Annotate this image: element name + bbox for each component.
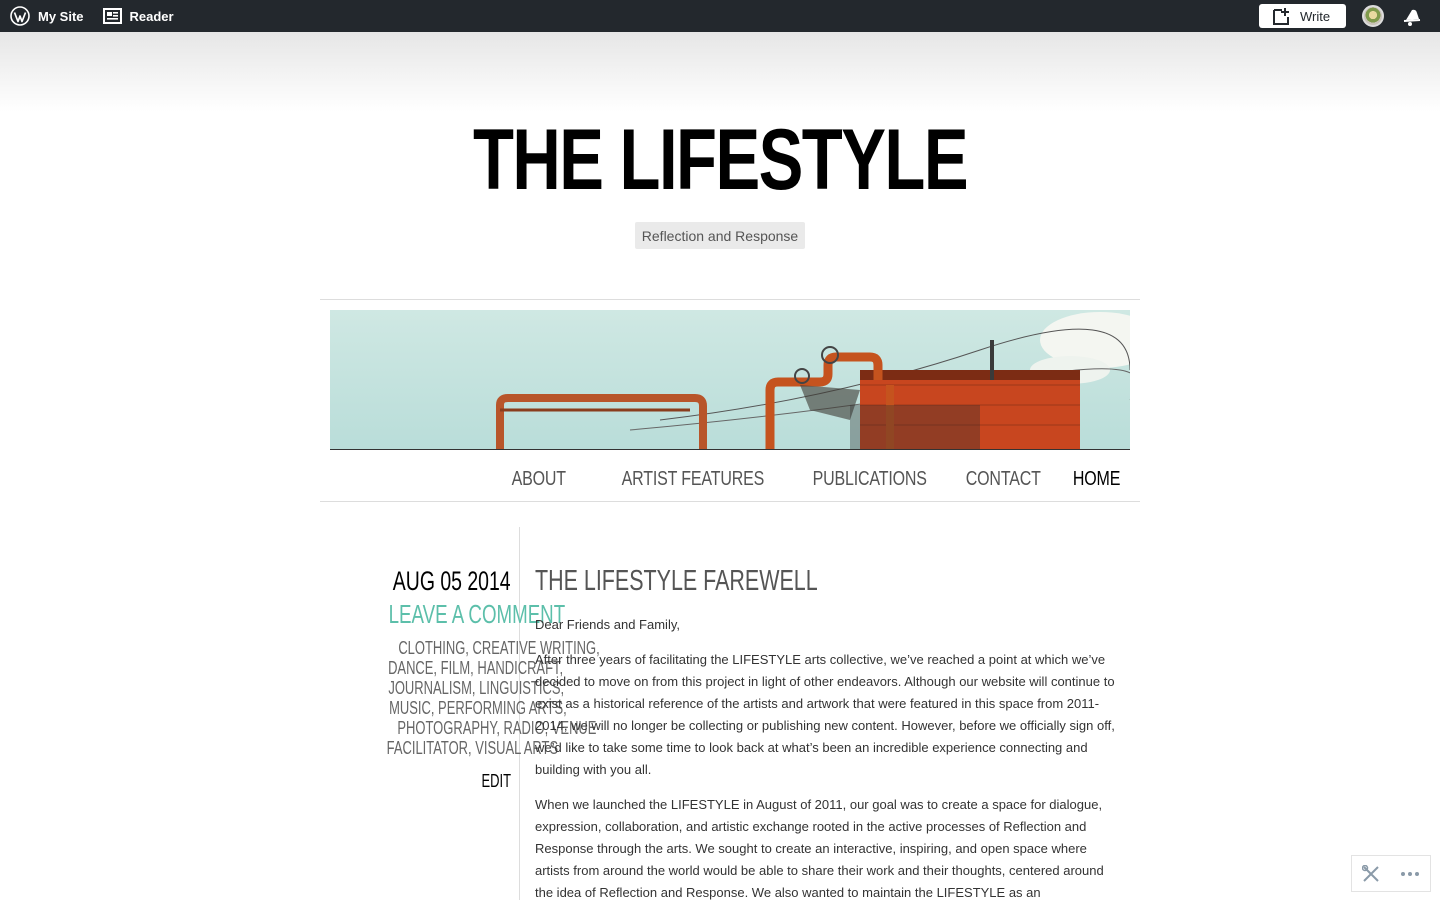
nav-item-contact[interactable]: CONTACT <box>966 468 1041 491</box>
category-link[interactable]: DANCE <box>388 658 433 678</box>
write-button[interactable]: Write <box>1259 4 1346 28</box>
header-divider <box>320 299 1140 300</box>
category-link[interactable]: MUSIC <box>389 698 431 718</box>
notifications-bell-icon[interactable] <box>1400 6 1422 28</box>
nav-item-publications[interactable]: PUBLICATIONS <box>813 468 927 491</box>
wordpress-logo-icon <box>10 6 30 26</box>
reader-link[interactable]: Reader <box>102 0 174 32</box>
write-label: Write <box>1300 8 1331 24</box>
nav-item-about[interactable]: ABOUT <box>512 468 566 491</box>
category-link[interactable]: FILM <box>441 658 471 678</box>
admin-bar: My Site Reader Write <box>0 0 1440 32</box>
category-link[interactable]: JOURNALISM <box>388 678 472 698</box>
post-meta: AUG 05 2014 LEAVE A COMMENT CLOTHING, CR… <box>320 563 600 791</box>
write-icon <box>1273 8 1289 25</box>
category-separator: , <box>465 638 473 658</box>
tools-icon <box>1362 864 1379 882</box>
avatar[interactable] <box>1362 5 1384 27</box>
post-date[interactable]: AUG 05 2014 <box>393 563 511 599</box>
category-link[interactable]: PHOTOGRAPHY <box>397 718 496 738</box>
post-paragraph: Dear Friends and Family, <box>535 617 680 632</box>
site-title[interactable]: THE LIFESTYLE <box>158 110 1281 210</box>
category-separator: , <box>470 658 478 678</box>
category-separator: , <box>433 658 441 678</box>
more-options-button[interactable] <box>1400 871 1420 877</box>
post-categories: CLOTHING, CREATIVE WRITING, DANCE, FILM, … <box>320 638 600 758</box>
post-paragraph: After three years of facilitating the LI… <box>535 652 1115 777</box>
post-entry: THE LIFESTYLE FAREWELL Dear Friends and … <box>535 563 1120 900</box>
category-link[interactable]: FACILITATOR <box>387 738 468 758</box>
nav-divider <box>320 501 1140 502</box>
more-dots-icon <box>1401 871 1419 876</box>
header-gradient <box>0 32 1440 112</box>
post-paragraph: When we launched the LIFESTYLE in August… <box>535 797 1104 900</box>
customize-button[interactable] <box>1362 864 1380 883</box>
my-site-label: My Site <box>38 8 84 24</box>
floating-toolbar <box>1351 855 1431 892</box>
category-separator: , <box>468 738 476 758</box>
nav-item-home[interactable]: HOME <box>1073 468 1121 491</box>
nav-item-artist-features[interactable]: ARTIST FEATURES <box>622 468 765 491</box>
category-separator: , <box>471 678 480 698</box>
main-navigation: ABOUT ARTIST FEATURES PUBLICATIONS CONTACT H… <box>478 462 1120 496</box>
my-site-link[interactable]: My Site <box>10 0 84 32</box>
reader-icon <box>102 8 122 24</box>
post-title[interactable]: THE LIFESTYLE FAREWELL <box>535 563 818 599</box>
category-separator: , <box>430 698 439 718</box>
category-link[interactable]: CLOTHING <box>398 638 465 658</box>
edit-link[interactable]: EDIT <box>481 771 511 791</box>
reader-label: Reader <box>129 8 174 24</box>
site-tagline: Reflection and Response <box>635 222 805 249</box>
header-banner-image[interactable] <box>330 310 1130 450</box>
